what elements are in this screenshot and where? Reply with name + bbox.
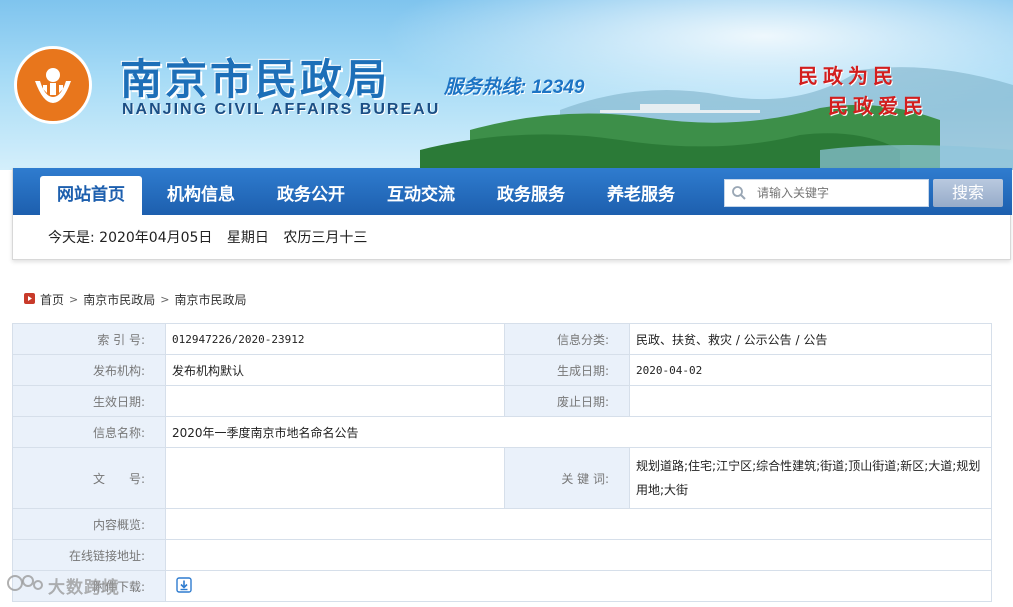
civil-affairs-emblem-icon[interactable] [14,46,92,124]
breadcrumb-current[interactable]: 南京市民政局 [174,291,246,308]
table-row: 附件下载: [12,570,992,602]
nav-item-elderly-services[interactable]: 养老服务 [591,176,691,215]
download-icon[interactable] [176,576,192,596]
table-row: 生效日期: 废止日期: [12,385,992,417]
document-info-table: 索 引 号: 012947226/2020-23912 信息分类: 民政、扶贫、… [12,323,992,602]
created-date-label: 生成日期: [504,354,630,386]
search-input[interactable] [757,183,925,203]
breadcrumb-bureau[interactable]: 南京市民政局 [83,291,155,308]
watermark-text: 大数跨境 [48,578,120,598]
keywords-value: 规划道路;住宅;江宁区;综合性建筑;街道;顶山街道;新区;大道;规划用地;大街 [629,447,992,509]
table-row: 发布机构: 发布机构默认 生成日期: 2020-04-02 [12,354,992,386]
summary-label: 内容概览: [12,508,166,540]
site-title: 南京市民政局 [120,55,391,104]
chevron-right-icon: > [160,293,170,306]
watermark: 大数跨境 [6,573,120,598]
nav-item-interaction[interactable]: 互动交流 [371,176,471,215]
index-value: 012947226/2020-23912 [165,323,505,355]
service-hotline: 服务热线: 12349 [444,77,585,98]
nav-bar: 网站首页 机构信息 政务公开 互动交流 政务服务 养老服务 搜索 [13,168,1012,215]
search-icon [731,185,747,204]
info-name-value: 2020年一季度南京市地名命名公告 [165,416,992,448]
main-navigation-panel: 网站首页 机构信息 政务公开 互动交流 政务服务 养老服务 搜索 今天是: 20… [12,168,1012,260]
index-label: 索 引 号: [12,323,166,355]
nav-item-org-info[interactable]: 机构信息 [151,176,251,215]
lunar-date: 农历三月十三 [283,230,368,246]
table-row: 内容概览: [12,508,992,540]
nav-item-gov-services[interactable]: 政务服务 [481,176,581,215]
slogan-2: 民政爱民 [828,94,928,118]
publisher-value: 发布机构默认 [165,354,505,386]
doc-number-value [165,447,505,509]
search-box[interactable] [724,179,929,207]
created-date-value: 2020-04-02 [629,354,992,386]
info-name-label: 信息名称: [12,416,166,448]
attachment-cell [165,570,992,602]
search-button[interactable]: 搜索 [933,179,1003,207]
online-link-label: 在线链接地址: [12,539,166,571]
chevron-right-icon: > [69,293,79,306]
category-label: 信息分类: [504,323,630,355]
breadcrumb: 首页 > 南京市民政局 > 南京市民政局 [24,291,246,308]
home-icon [24,292,35,307]
table-row: 在线链接地址: [12,539,992,571]
nav-item-home[interactable]: 网站首页 [40,176,142,215]
header-banner: 南京市民政局 NANJING CIVIL AFFAIRS BUREAU 服务热线… [0,0,1013,170]
weekday: 星期日 [226,230,269,246]
table-row: 信息名称: 2020年一季度南京市地名命名公告 [12,416,992,448]
keywords-label: 关 键 词: [504,447,630,509]
slogan-1: 民政为民 [798,64,898,88]
table-row: 索 引 号: 012947226/2020-23912 信息分类: 民政、扶贫、… [12,323,992,355]
site-title-en: NANJING CIVIL AFFAIRS BUREAU [122,101,441,118]
nav-item-gov-disclosure[interactable]: 政务公开 [261,176,361,215]
table-row: 文 号: 关 键 词: 规划道路;住宅;江宁区;综合性建筑;街道;顶山街道;新区… [12,447,992,509]
date-line: 今天是: 2020年04月05日 星期日 农历三月十三 [48,227,377,247]
effective-date-value [165,385,505,417]
doc-number-label: 文 号: [12,447,166,509]
today-date: 今天是: 2020年04月05日 [48,230,213,246]
abolished-date-value [629,385,992,417]
online-link-value [165,539,992,571]
publisher-label: 发布机构: [12,354,166,386]
category-value: 民政、扶贫、救灾 / 公示公告 / 公告 [629,323,992,355]
summary-value [165,508,992,540]
abolished-date-label: 废止日期: [504,385,630,417]
breadcrumb-home[interactable]: 首页 [40,291,64,308]
watermark-logo-icon [6,573,44,598]
effective-date-label: 生效日期: [12,385,166,417]
